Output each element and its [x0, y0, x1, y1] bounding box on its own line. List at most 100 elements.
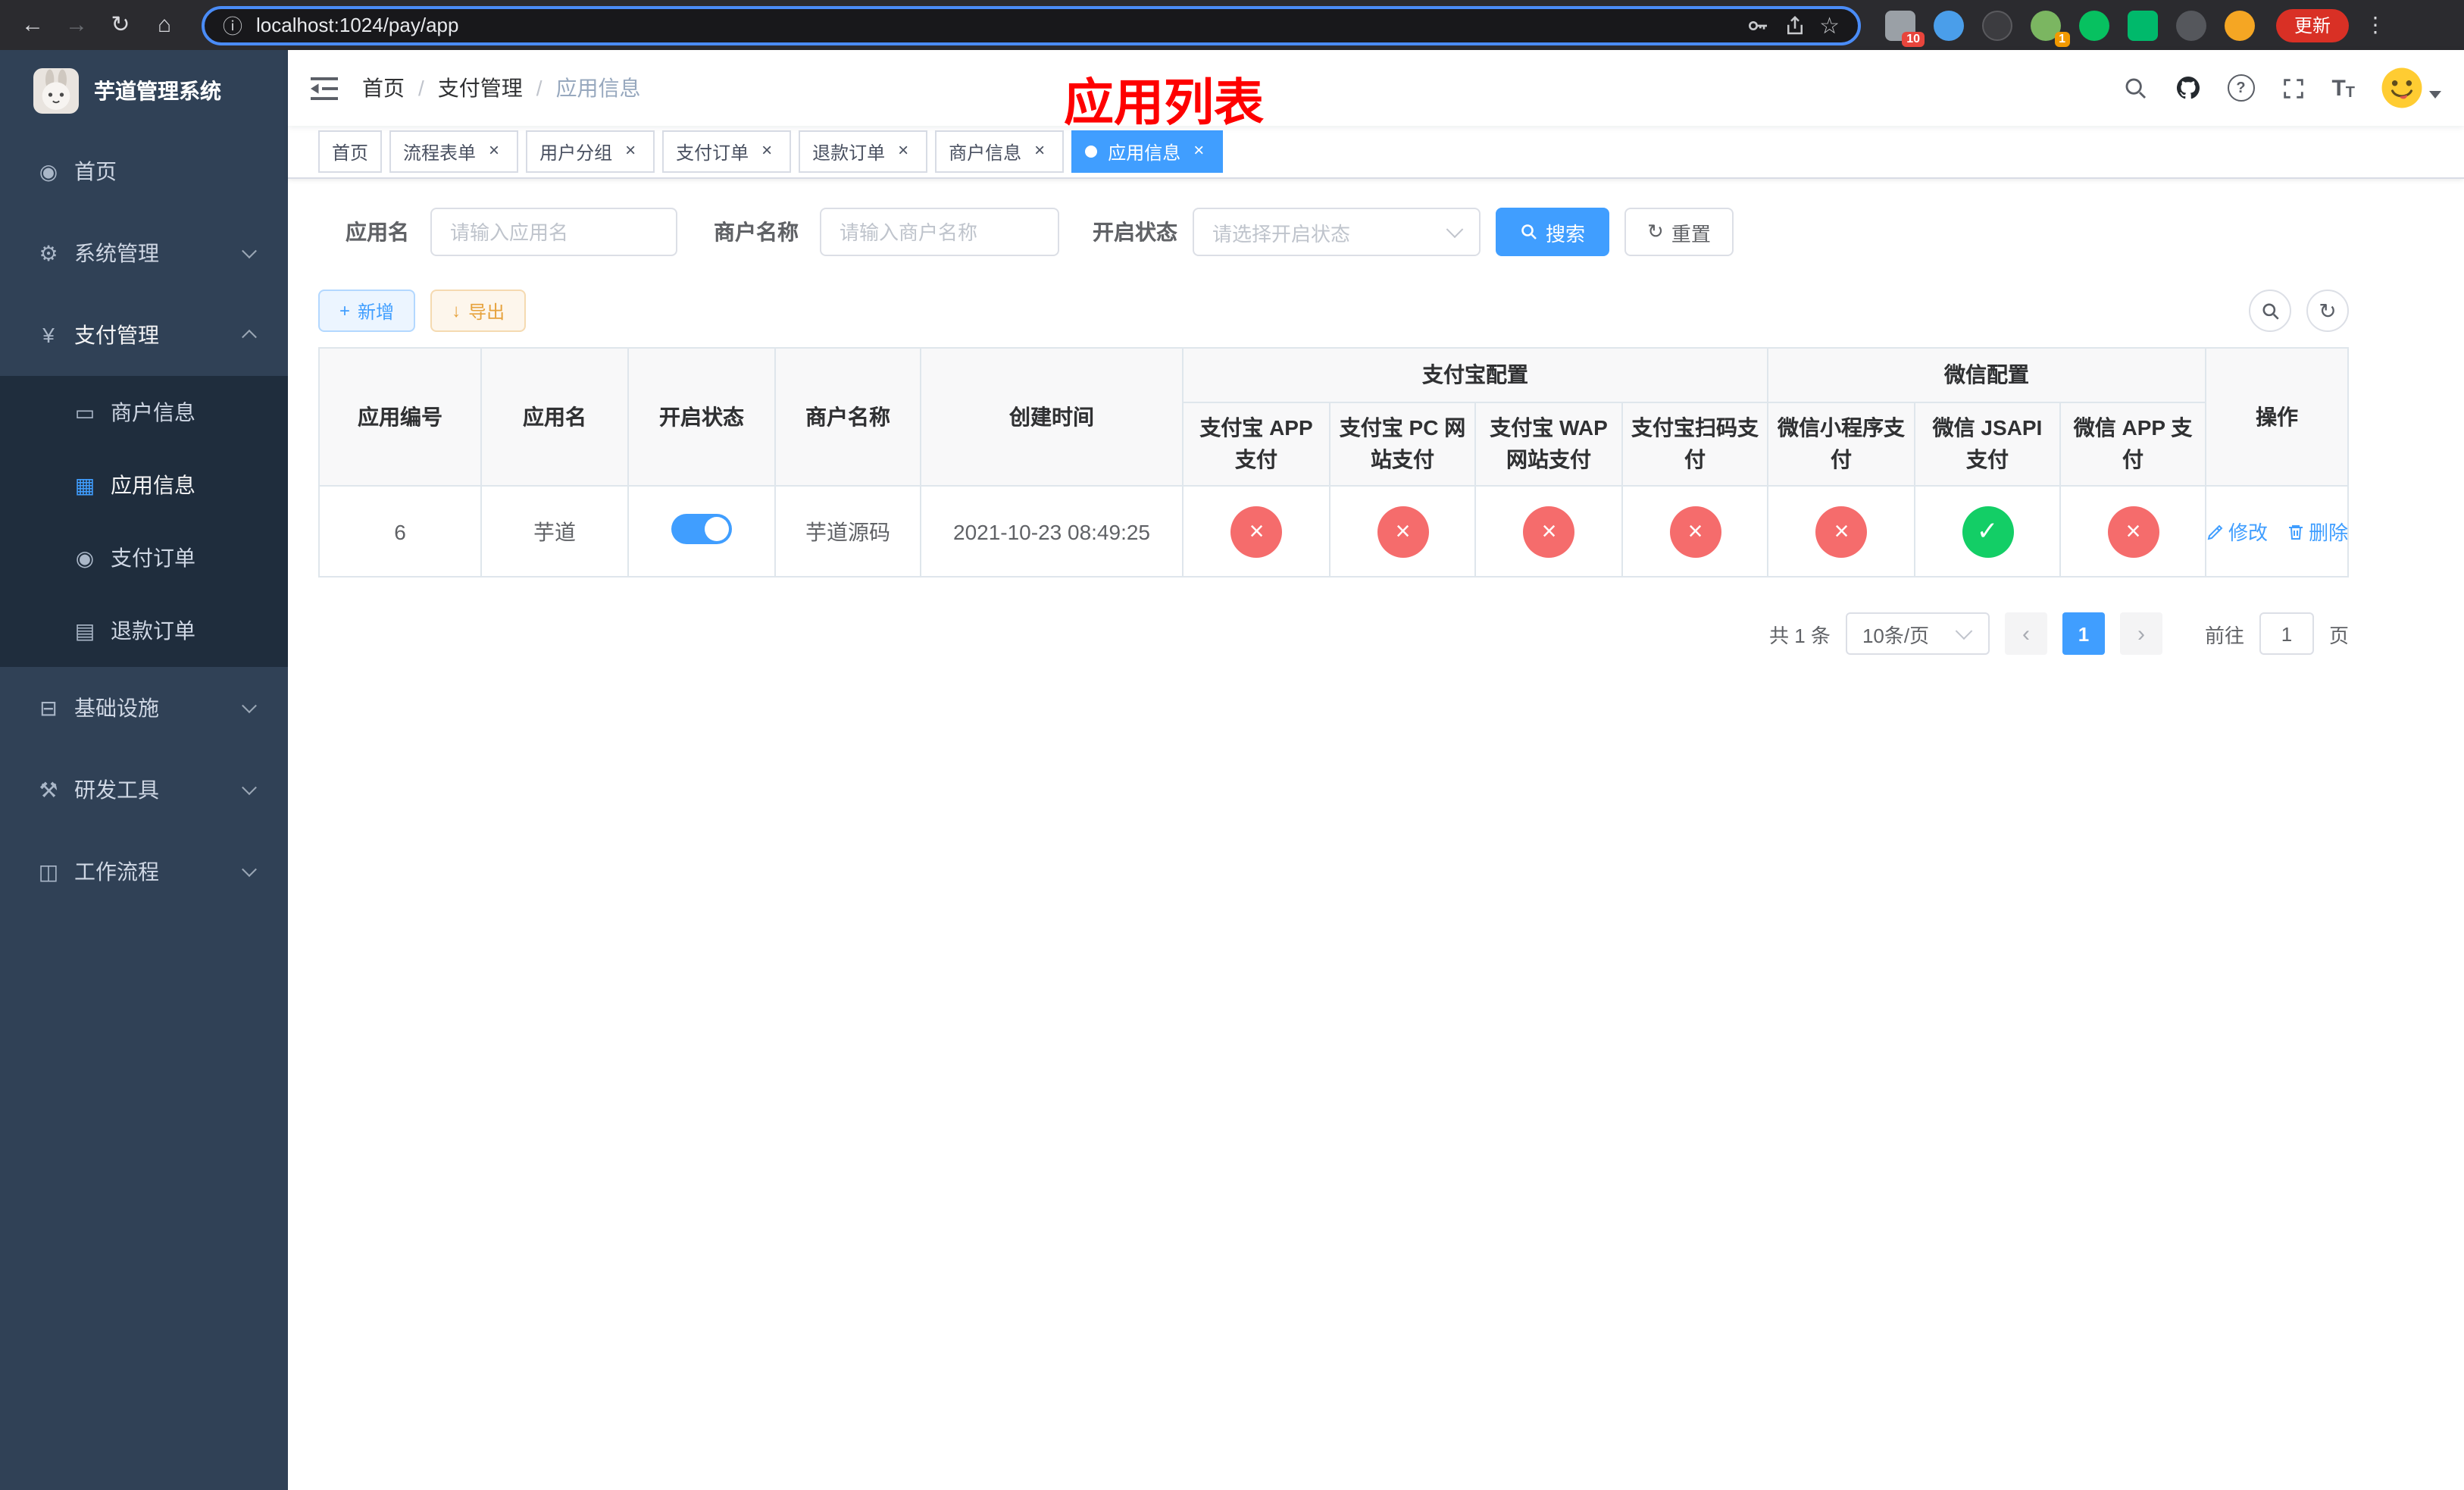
breadcrumb-separator: /	[418, 76, 424, 100]
chevron-down-icon	[2429, 90, 2441, 98]
col-header-wx-jsapi: 微信 JSAPI 支付	[1914, 402, 2061, 487]
breadcrumb-payment[interactable]: 支付管理	[438, 73, 523, 103]
status-select-placeholder: 请选择开启状态	[1212, 222, 1351, 245]
extension-avatar-icon[interactable]: 1	[2031, 10, 2070, 46]
tab-payment-order[interactable]: 支付订单 ×	[662, 130, 792, 173]
sidebar-item-workflow[interactable]: ◫ 工作流程	[0, 831, 288, 912]
close-icon[interactable]: ×	[756, 140, 777, 162]
browser-back-icon[interactable]: ←	[12, 5, 53, 45]
browser-menu-icon[interactable]: ⋮	[2355, 5, 2396, 45]
extension-pin-icon[interactable]	[2176, 10, 2206, 40]
current-page-button[interactable]: 1	[2062, 612, 2105, 655]
close-icon[interactable]: ×	[1188, 140, 1209, 162]
prev-page-button[interactable]: ‹	[2004, 612, 2047, 655]
next-page-button[interactable]: ›	[2119, 612, 2162, 655]
reset-button-label: 重置	[1671, 222, 1711, 245]
extension-wechat-devtools-icon[interactable]	[2079, 10, 2109, 40]
col-header-merchant: 商户名称	[774, 347, 921, 487]
merchant-name-input[interactable]	[820, 208, 1059, 256]
sidebar-item-payment-order[interactable]: ◉ 支付订单	[0, 521, 288, 594]
toolbar-right: ↻	[2249, 290, 2349, 332]
server-icon: ⊟	[39, 695, 58, 719]
refresh-table-button[interactable]: ↻	[2306, 290, 2349, 332]
font-size-icon[interactable]: TT	[2331, 75, 2355, 101]
address-bar[interactable]: ⓘ localhost:1024/pay/app ☆	[202, 5, 1861, 45]
browser-home-icon[interactable]: ⌂	[144, 5, 185, 45]
sidebar-item-home[interactable]: ◉ 首页	[0, 130, 288, 212]
extension-badge: 10	[1902, 31, 1925, 46]
search-button[interactable]: 搜索	[1496, 208, 1610, 256]
tab-user-group[interactable]: 用户分组 ×	[526, 130, 655, 173]
help-icon[interactable]: ?	[2227, 74, 2255, 102]
gear-icon: ⚙	[39, 240, 58, 265]
tab-process-form[interactable]: 流程表单 ×	[389, 130, 519, 173]
tab-refund-order[interactable]: 退款订单 ×	[799, 130, 928, 173]
sidebar-item-payment[interactable]: ¥ 支付管理	[0, 294, 288, 376]
filter-form: 应用名 商户名称 开启状态 请选择开启状态 搜索 ↻ 重置	[346, 208, 2349, 256]
user-menu[interactable]	[2381, 67, 2441, 109]
status-toggle[interactable]	[671, 514, 732, 544]
sidebar-submenu-payment: ▭ 商户信息 ▦ 应用信息 ◉ 支付订单 ▤ 退款订单	[0, 376, 288, 667]
site-info-icon[interactable]: ⓘ	[223, 11, 242, 39]
bookmark-star-icon[interactable]: ☆	[1819, 11, 1840, 39]
font-size-small: T	[2345, 84, 2355, 101]
extension-blue-icon[interactable]	[1934, 10, 1964, 40]
browser-forward-icon[interactable]: →	[56, 5, 97, 45]
sidebar-item-merchant-info[interactable]: ▭ 商户信息	[0, 376, 288, 449]
browser-reload-icon[interactable]: ↻	[100, 5, 141, 45]
tab-app-info[interactable]: 应用信息 ×	[1071, 130, 1224, 173]
status-disabled-icon: ×	[1523, 506, 1574, 557]
edit-link[interactable]: 修改	[2206, 517, 2268, 546]
sidebar-item-app-info[interactable]: ▦ 应用信息	[0, 449, 288, 521]
goto-page-input[interactable]	[2259, 612, 2314, 655]
delete-link[interactable]: 删除	[2286, 517, 2348, 546]
delete-link-label: 删除	[2309, 521, 2349, 544]
page-size-select[interactable]: 10条/页	[1845, 612, 1990, 655]
sidebar-item-dev-tools[interactable]: ⚒ 研发工具	[0, 749, 288, 831]
share-icon[interactable]	[1783, 13, 1806, 37]
chevron-down-icon	[242, 243, 257, 259]
app-name-label: 应用名	[346, 220, 409, 244]
password-key-icon[interactable]	[1745, 13, 1769, 37]
close-icon[interactable]: ×	[893, 140, 914, 162]
table-toolbar: + 新增 ↓ 导出 ↻	[318, 290, 2349, 332]
sidebar-toggle-icon[interactable]	[311, 77, 338, 99]
sidebar-item-label: 工作流程	[74, 859, 159, 884]
app-name-input[interactable]	[430, 208, 677, 256]
close-icon[interactable]: ×	[620, 140, 641, 162]
extension-monkey-icon[interactable]	[2225, 10, 2255, 40]
tools-icon: ⚒	[39, 777, 58, 801]
tab-label: 应用信息	[1108, 142, 1181, 163]
plus-icon: +	[339, 300, 351, 321]
extension-badge: 1	[2054, 31, 2070, 46]
breadcrumb-home[interactable]: 首页	[362, 73, 405, 103]
sidebar-item-refund-order[interactable]: ▤ 退款订单	[0, 594, 288, 667]
sidebar-item-label: 首页	[74, 159, 117, 183]
status-disabled-icon: ×	[2107, 506, 2159, 557]
close-icon[interactable]: ×	[1029, 140, 1050, 162]
reset-button[interactable]: ↻ 重置	[1624, 208, 1734, 256]
extension-dark-icon[interactable]	[1982, 10, 2012, 40]
order-icon: ◉	[75, 545, 95, 569]
browser-update-button[interactable]: 更新	[2276, 8, 2350, 42]
github-icon[interactable]	[2174, 74, 2201, 102]
sidebar-item-system[interactable]: ⚙ 系统管理	[0, 212, 288, 294]
tab-merchant-info[interactable]: 商户信息 ×	[935, 130, 1065, 173]
screen: ← → ↻ ⌂ ⓘ localhost:1024/pay/app ☆ 10 1	[0, 0, 2464, 1490]
extension-puzzle-icon[interactable]: 10	[1885, 10, 1925, 46]
sidebar-item-infrastructure[interactable]: ⊟ 基础设施	[0, 667, 288, 749]
toggle-search-button[interactable]	[2249, 290, 2291, 332]
extension-green-book-icon[interactable]	[2128, 10, 2158, 40]
add-button[interactable]: + 新增	[318, 290, 416, 332]
goto-label: 前往	[2204, 624, 2244, 646]
tab-home[interactable]: 首页	[318, 130, 383, 173]
close-icon[interactable]: ×	[483, 140, 505, 162]
fullscreen-icon[interactable]	[2280, 75, 2306, 101]
cell-created: 2021-10-23 08:49:25	[920, 485, 1184, 578]
sidebar-item-label: 基础设施	[74, 696, 159, 720]
export-button[interactable]: ↓ 导出	[430, 290, 527, 332]
export-button-label: 导出	[468, 301, 505, 322]
status-select[interactable]: 请选择开启状态	[1193, 208, 1481, 256]
search-icon	[1521, 224, 1537, 239]
search-icon[interactable]	[2122, 75, 2148, 101]
